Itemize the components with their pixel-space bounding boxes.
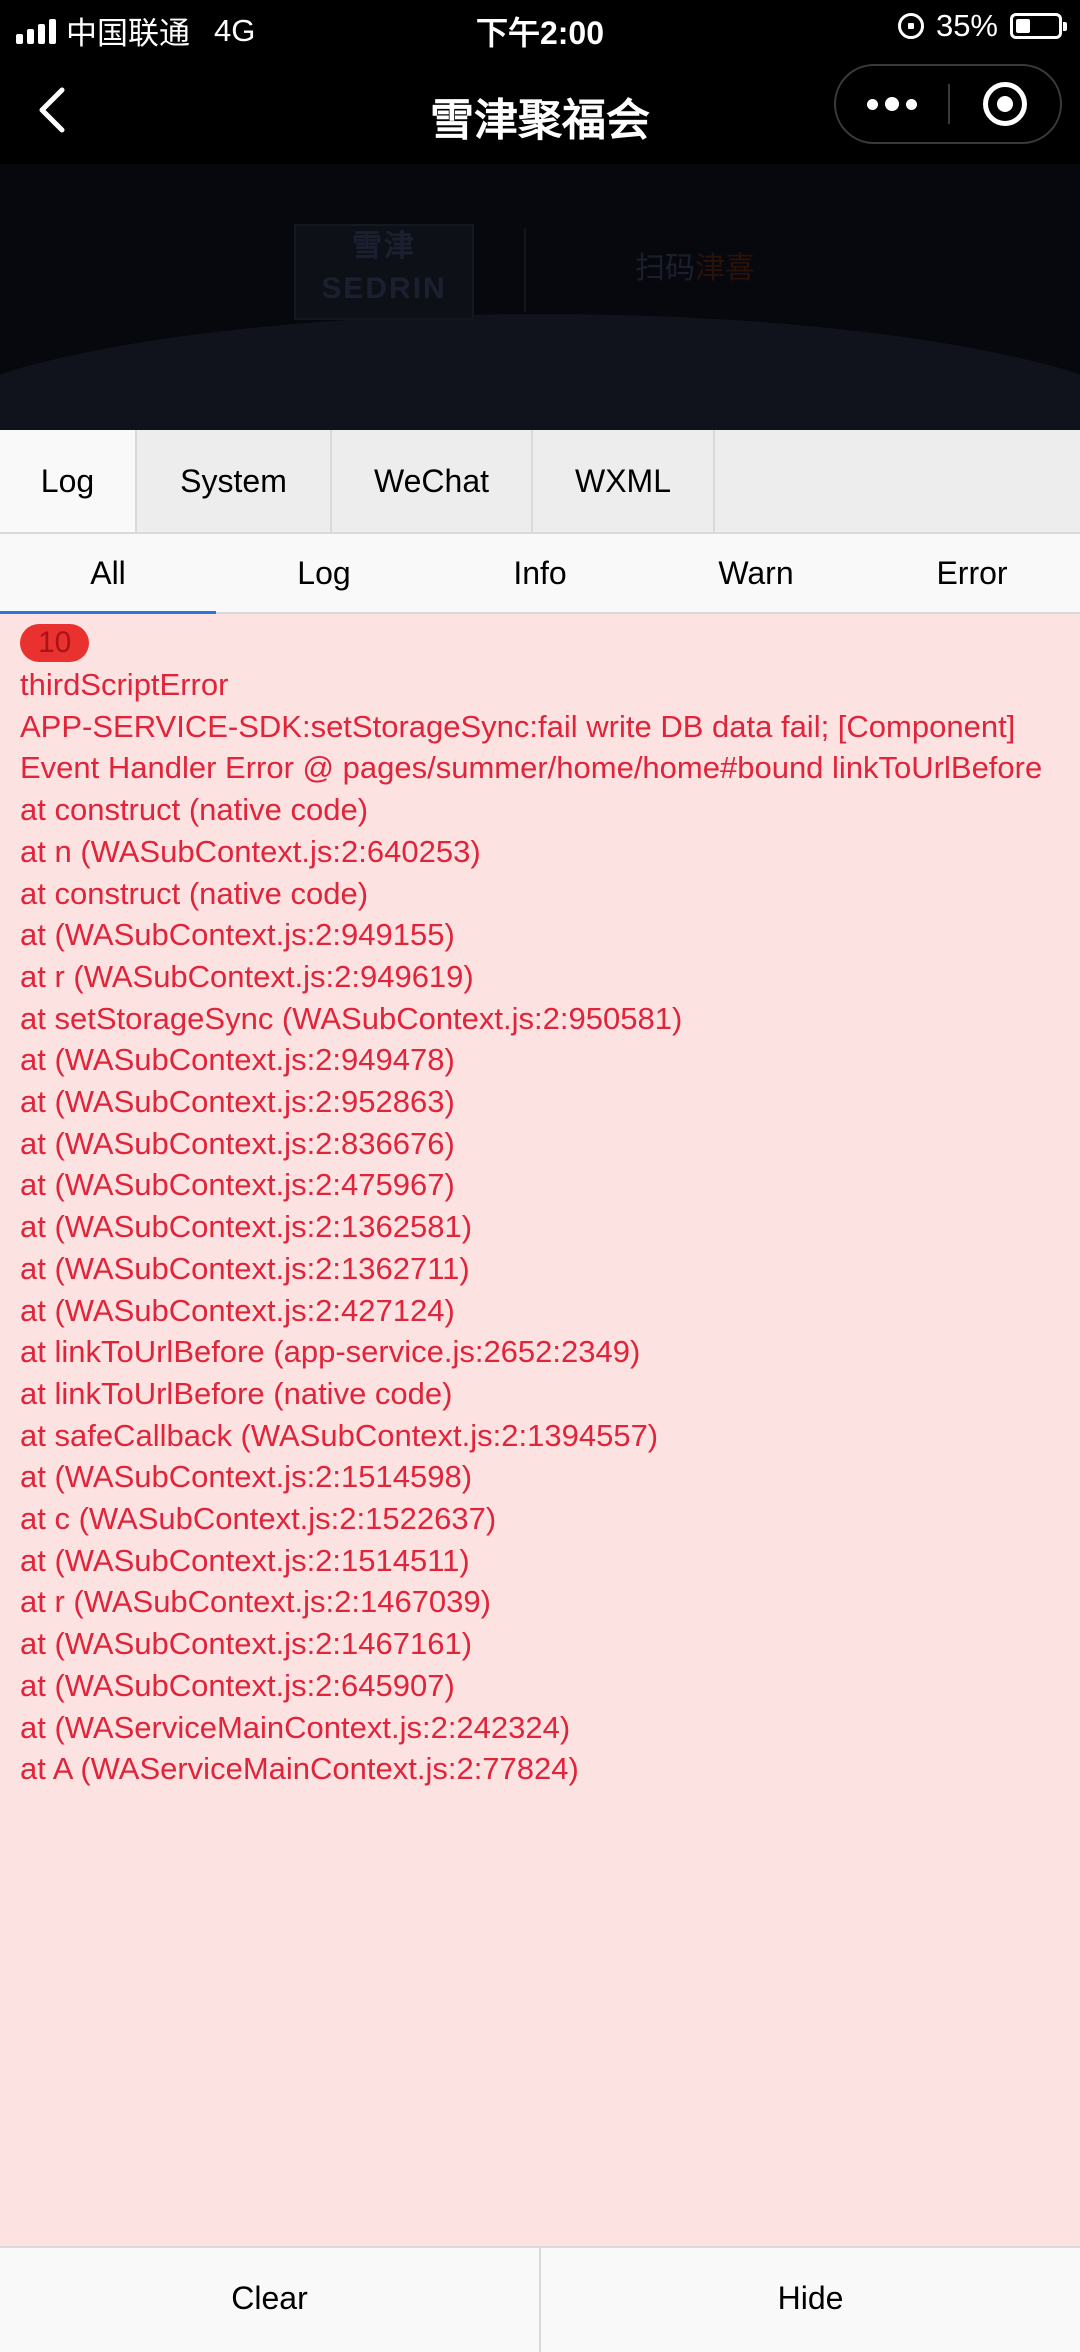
stack-line: at setStorageSync (WASubContext.js:2:950… <box>20 1000 683 1036</box>
more-dot <box>867 98 878 110</box>
tab-system[interactable]: System <box>137 430 332 532</box>
stack-line: at (WASubContext.js:2:1362711) <box>20 1250 470 1286</box>
filter-warn[interactable]: Warn <box>648 534 864 612</box>
nav-bar: 雪津聚福会 <box>0 54 1080 164</box>
scan-logo-highlight: 津喜 <box>695 252 755 285</box>
stack-line: at c (WASubContext.js:2:1522637) <box>20 1501 497 1537</box>
tab-wechat[interactable]: WeChat <box>332 430 533 532</box>
filter-log[interactable]: Log <box>216 534 432 612</box>
tab-log[interactable]: Log <box>0 430 137 532</box>
mini-program-capsule <box>834 64 1062 144</box>
stack-line: at A (WAServiceMainContext.js:2:77824) <box>20 1751 579 1787</box>
stack-line: at (WASubContext.js:2:475967) <box>20 1167 455 1203</box>
stack-line: at construct (native code) <box>20 792 369 828</box>
stack-line: at (WASubContext.js:2:1467161) <box>20 1626 473 1662</box>
more-dot <box>906 98 917 110</box>
hide-button[interactable]: Hide <box>541 2248 1080 2352</box>
console-footer: Clear Hide <box>0 2246 1080 2352</box>
clear-button[interactable]: Clear <box>0 2248 541 2352</box>
log-entry-error[interactable]: 10 thirdScriptError APP-SERVICE-SDK:setS… <box>0 614 1080 1790</box>
close-button[interactable] <box>950 66 1060 142</box>
filter-all[interactable]: All <box>0 534 216 614</box>
status-bar: 中国联通 4G 下午2:00 35% <box>0 0 1080 54</box>
tab-wxml[interactable]: WXML <box>533 430 715 532</box>
stack-line: at r (WASubContext.js:2:949619) <box>20 958 474 994</box>
stack-line: at (WASubContext.js:2:1514598) <box>20 1459 473 1495</box>
stack-trace: at construct (native code) at n (WASubCon… <box>20 789 1060 1790</box>
stack-line: at (WAServiceMainContext.js:2:242324) <box>20 1709 571 1745</box>
scan-logo-prefix: 扫码 <box>635 252 695 285</box>
stack-line: at (WASubContext.js:2:952863) <box>20 1084 455 1120</box>
log-list[interactable]: 10 thirdScriptError APP-SERVICE-SDK:setS… <box>0 614 1080 2246</box>
filter-error[interactable]: Error <box>864 534 1080 612</box>
stack-line: at (WASubContext.js:2:645907) <box>20 1667 455 1703</box>
stack-line: at linkToUrlBefore (app-service.js:2652:… <box>20 1334 641 1370</box>
stack-line: at (WASubContext.js:2:427124) <box>20 1292 455 1328</box>
stack-line: at (WASubContext.js:2:949478) <box>20 1042 455 1078</box>
log-filter-tabs: All Log Info Warn Error <box>0 534 1080 614</box>
more-dot <box>885 97 899 111</box>
brand-logo: 雪津 SEDRIN <box>294 224 474 320</box>
banner-glow <box>0 314 1080 430</box>
scan-logo: 扫码津喜 <box>580 224 810 314</box>
stack-line: at (WASubContext.js:2:1514511) <box>20 1542 470 1578</box>
repeat-count-badge: 10 <box>20 624 90 662</box>
stack-line: at (WASubContext.js:2:1362581) <box>20 1209 473 1245</box>
stack-line: at construct (native code) <box>20 875 369 911</box>
more-button[interactable] <box>836 66 948 142</box>
log-error-message: APP-SERVICE-SDK:setStorageSync:fail writ… <box>20 708 1043 786</box>
console-tabs: Log System WeChat WXML <box>0 430 1080 534</box>
banner-divider <box>524 228 526 312</box>
stack-line: at n (WASubContext.js:2:640253) <box>20 833 481 869</box>
page-banner: 雪津 SEDRIN 扫码津喜 <box>0 164 1080 430</box>
stack-line: at r (WASubContext.js:2:1467039) <box>20 1584 491 1620</box>
battery-icon <box>1010 13 1067 39</box>
stack-line: at safeCallback (WASubContext.js:2:13945… <box>20 1417 659 1453</box>
log-error-title: thirdScriptError <box>20 667 229 702</box>
rotation-lock-icon <box>897 13 924 39</box>
stack-line: at (WASubContext.js:2:949155) <box>20 917 455 953</box>
battery-percent: 35% <box>935 8 998 43</box>
status-right: 35% <box>897 8 1067 44</box>
filter-info[interactable]: Info <box>432 534 648 612</box>
close-target-icon <box>983 82 1027 126</box>
stack-line: at linkToUrlBefore (native code) <box>20 1375 453 1411</box>
battery-fill <box>1016 19 1030 33</box>
brand-logo-text: 雪津 SEDRIN <box>321 230 447 305</box>
vconsole-panel: Log System WeChat WXML All Log Info Warn… <box>0 430 1080 2352</box>
stack-line: at (WASubContext.js:2:836676) <box>20 1125 455 1161</box>
